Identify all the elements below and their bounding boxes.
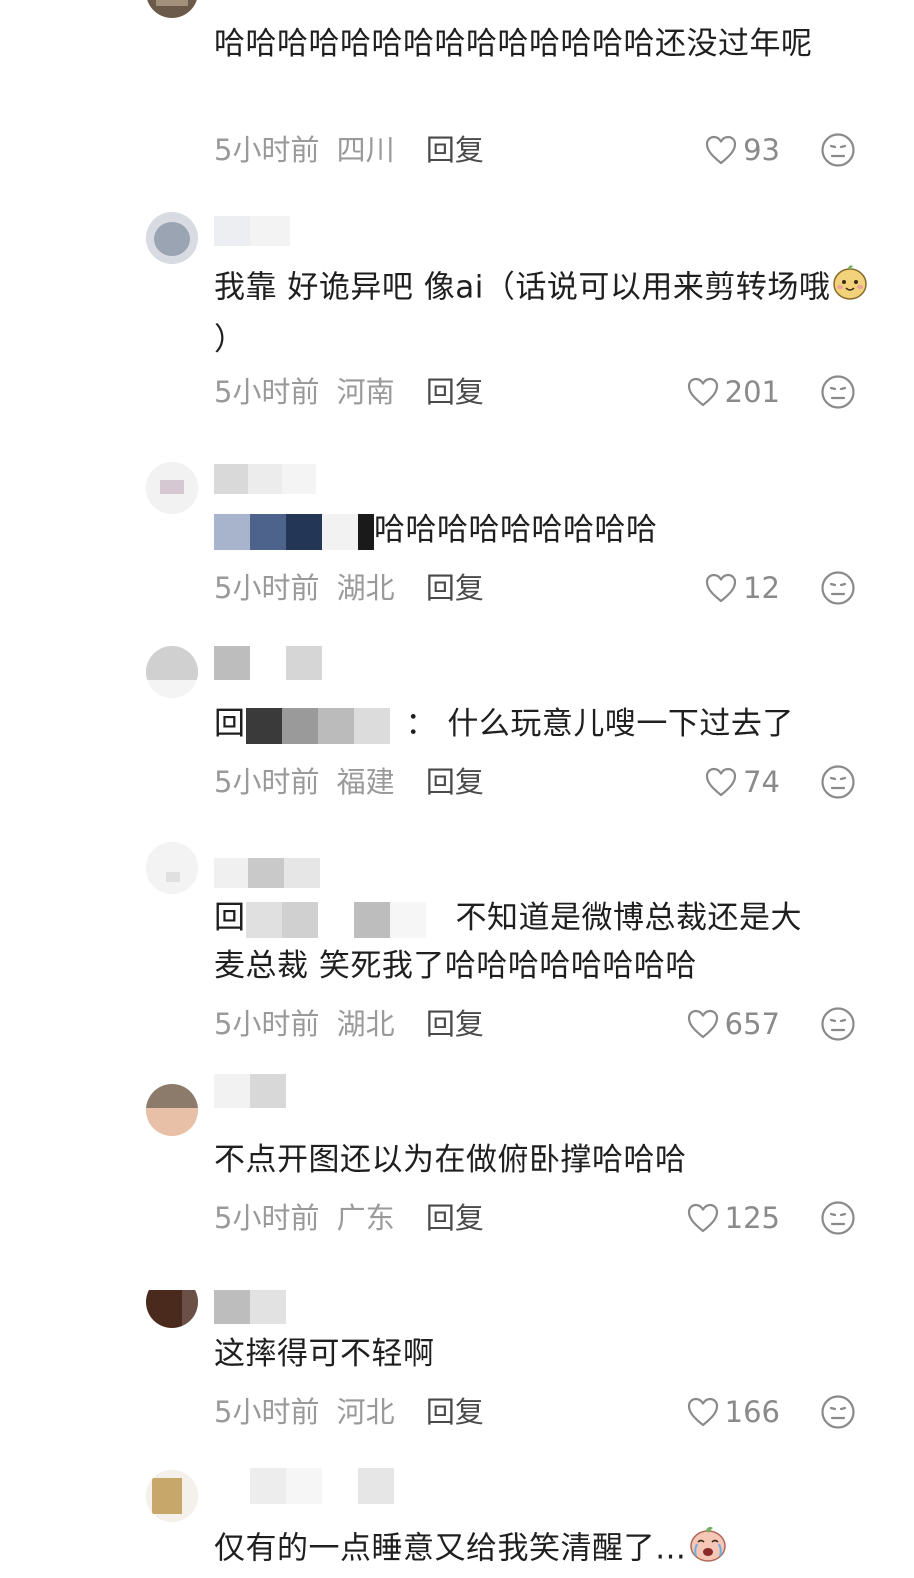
heart-outline-icon [705,135,737,165]
comment-meta: 5小时前 四川 回复 [214,130,484,170]
comment-text: 回 不知道是微博总裁还是大 麦总裁 笑死我了哈哈哈哈哈哈哈哈 [214,900,802,984]
heart-outline-icon [687,1203,718,1233]
comment-meta: 5小时前 河南 回复 [214,372,484,412]
like-button[interactable]: 74 [680,762,780,802]
reply-button[interactable]: 回复 [426,765,484,799]
username-masked[interactable] [214,646,324,680]
avatar[interactable] [146,842,198,894]
mention-masked[interactable] [245,707,406,744]
comment-text: 仅有的一点睡意又给我笑清醒了… [214,1522,874,1578]
comment-meta: 5小时前 广东 回复 [214,1198,484,1238]
reply-button[interactable]: 回复 [426,1395,484,1429]
like-button[interactable]: 201 [680,372,780,412]
reply-button[interactable]: 回复 [426,1201,484,1235]
like-count: 201 [724,375,780,409]
comment-time: 5小时前 [214,375,320,409]
comment-text: 哈哈哈哈哈哈哈哈哈哈哈哈哈哈还没过年呢 [214,26,813,62]
neutral-face-icon[interactable] [820,1006,856,1042]
like-button[interactable]: 12 [680,568,780,608]
neutral-face-icon[interactable] [820,374,856,410]
crying-laughing-emoji [687,1522,729,1578]
comment-text: 我靠 好诡异吧 像ai（话说可以用来剪转场哦） [214,262,874,364]
comment-meta: 5小时前 福建 回复 [214,762,484,802]
comment-location: 河南 [336,375,395,409]
smiling-potato-emoji [830,262,870,316]
username-masked[interactable] [214,464,324,494]
heart-outline-icon [687,1009,718,1039]
comment-text: 哈哈哈哈哈哈哈哈哈 [214,506,874,554]
reply-button[interactable]: 回复 [426,133,484,167]
avatar[interactable] [146,1276,198,1328]
neutral-face-icon[interactable] [820,1394,856,1430]
avatar[interactable] [146,462,198,514]
like-count: 125 [724,1201,780,1235]
comment-time: 5小时前 [214,1395,320,1429]
avatar[interactable] [146,1084,198,1136]
mention-masked[interactable] [245,901,456,938]
comment-location: 湖北 [336,1007,395,1041]
comment-time: 5小时前 [214,133,320,167]
reply-button[interactable]: 回复 [426,375,484,409]
username-masked[interactable] [214,1468,404,1504]
like-button[interactable]: 125 [680,1198,780,1238]
avatar[interactable] [146,0,198,18]
username-masked[interactable] [214,1290,324,1324]
comment-time: 5小时前 [214,571,320,605]
comment-text: 不点开图还以为在做俯卧撑哈哈哈 [214,1142,687,1178]
comment-text: 回 ： 什么玩意儿嗖一下过去了 [214,706,794,744]
comment-meta: 5小时前 河北 回复 [214,1392,484,1432]
like-button[interactable]: 93 [680,130,780,170]
comment-time: 5小时前 [214,765,320,799]
heart-outline-icon [687,377,718,407]
comment-time: 5小时前 [214,1201,320,1235]
comment-location: 福建 [336,765,395,799]
like-count: 93 [743,133,780,167]
avatar[interactable] [146,212,198,264]
comment-meta: 5小时前 湖北 回复 [214,568,484,608]
comment-location: 广东 [336,1201,395,1235]
comment-location: 四川 [336,133,395,167]
username-masked[interactable] [214,216,324,246]
neutral-face-icon[interactable] [820,764,856,800]
heart-outline-icon [705,573,737,603]
neutral-face-icon[interactable] [820,1200,856,1236]
username-masked[interactable] [214,1074,324,1108]
reply-button[interactable]: 回复 [426,571,484,605]
like-count: 74 [743,765,780,799]
avatar[interactable] [146,646,198,698]
like-count: 166 [724,1395,780,1429]
avatar[interactable] [146,1470,198,1522]
reply-button[interactable]: 回复 [426,1007,484,1041]
comment-location: 河北 [336,1395,395,1429]
like-button[interactable]: 657 [680,1004,780,1044]
like-count: 657 [724,1007,780,1041]
username-masked[interactable] [214,858,324,888]
comment-time: 5小时前 [214,1007,320,1041]
mention-masked[interactable] [214,513,374,550]
neutral-face-icon[interactable] [820,570,856,606]
like-button[interactable]: 166 [680,1392,780,1432]
heart-outline-icon [705,767,737,797]
like-count: 12 [743,571,780,605]
comment-text: 这摔得可不轻啊 [214,1336,435,1372]
comment-meta: 5小时前 湖北 回复 [214,1004,484,1044]
heart-outline-icon [687,1397,718,1427]
neutral-face-icon[interactable] [820,132,856,168]
comment-location: 湖北 [336,571,395,605]
